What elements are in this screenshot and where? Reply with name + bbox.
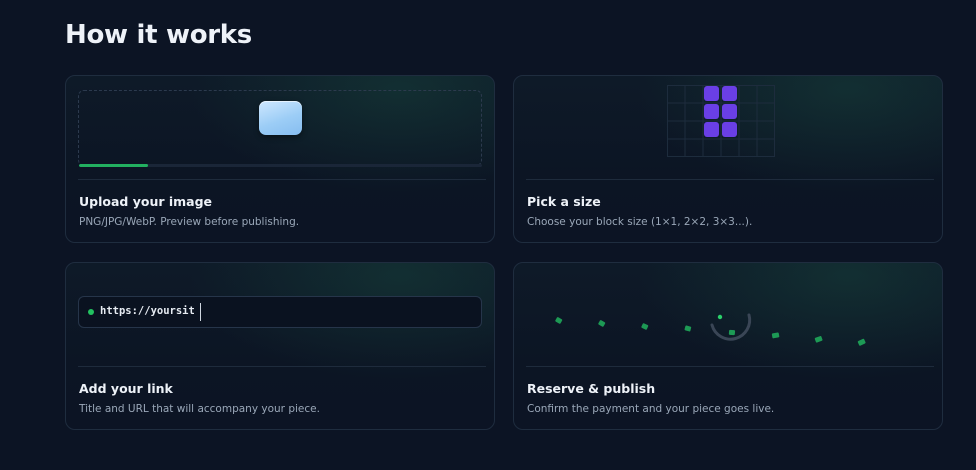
confetti-piece [555, 317, 563, 324]
upload-progress-fill [79, 164, 148, 167]
card-divider [78, 179, 486, 180]
card-divider [78, 366, 486, 367]
selected-block [704, 86, 719, 101]
step-title: Pick a size [527, 194, 601, 209]
step-title: Upload your image [79, 194, 213, 209]
confetti-piece [814, 336, 823, 343]
step-card-publish: Reserve & publish Confirm the payment an… [513, 262, 943, 430]
url-input[interactable]: https://yoursit [78, 296, 482, 328]
card-divider [526, 366, 934, 367]
how-it-works-section: How it works Upload your image PNG/JPG/W… [0, 0, 976, 470]
step-description: PNG/JPG/WebP. Preview before publishing. [79, 216, 300, 228]
grid-icon [667, 85, 775, 157]
confetti-piece [771, 332, 780, 339]
selected-block [722, 104, 737, 119]
confetti-piece [641, 323, 649, 330]
image-preview-icon [259, 101, 302, 135]
upload-progress-bar [79, 164, 482, 167]
selected-block [722, 122, 737, 137]
section-title: How it works [65, 20, 252, 50]
card-divider [526, 179, 934, 180]
status-dot-icon [88, 309, 94, 315]
publishing-animation [555, 313, 866, 346]
url-input-value: https://yoursit [100, 305, 195, 317]
step-description: Confirm the payment and your piece goes … [527, 403, 775, 415]
step-description: Title and URL that will accompany your p… [79, 403, 320, 415]
step-title: Reserve & publish [527, 381, 656, 396]
step-card-link: https://yoursit Add your link Title and … [65, 262, 495, 430]
step-card-size: Pick a size Choose your block size (1×1,… [513, 75, 943, 243]
block-size-grid [667, 85, 775, 157]
step-description: Choose your block size (1×1, 2×2, 3×3...… [527, 216, 753, 228]
confetti-piece [728, 329, 736, 336]
confetti-piece [598, 320, 606, 327]
selected-block [704, 104, 719, 119]
spinner-dot [717, 314, 723, 320]
selected-block [704, 122, 719, 137]
confetti-piece [684, 325, 692, 332]
selected-block [722, 86, 737, 101]
text-caret [200, 303, 201, 321]
loading-spinner-icon [710, 313, 752, 341]
step-title: Add your link [79, 381, 173, 396]
step-card-upload: Upload your image PNG/JPG/WebP. Preview … [65, 75, 495, 243]
confetti-piece [857, 338, 866, 346]
